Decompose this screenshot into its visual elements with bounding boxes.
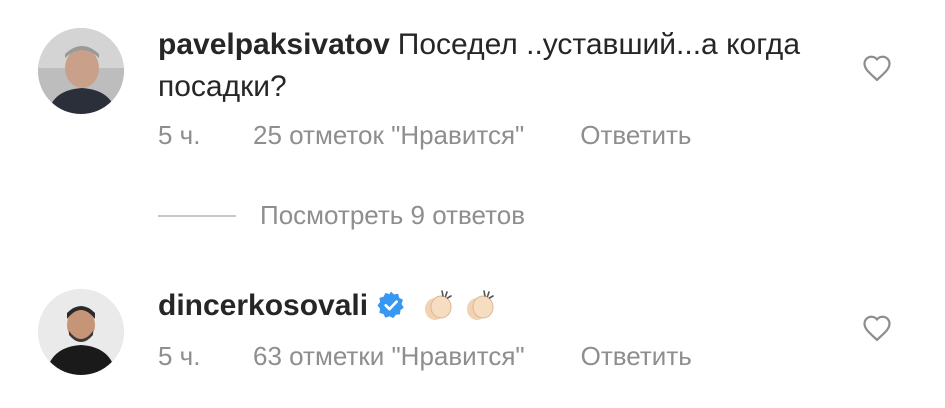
- avatar[interactable]: [38, 289, 124, 375]
- avatar-photo: [38, 289, 124, 375]
- likes-count[interactable]: 63 отметки "Нравится": [253, 341, 525, 372]
- reply-button[interactable]: Ответить: [580, 120, 691, 151]
- comment-body: dincerkosovali👏🏻👏🏻: [158, 285, 818, 327]
- avatar[interactable]: [38, 28, 124, 114]
- comment-time[interactable]: 5 ч.: [158, 341, 253, 372]
- like-heart-icon[interactable]: [862, 54, 892, 82]
- clapping-hands-icon: [462, 287, 498, 323]
- username-link[interactable]: dincerkosovali: [158, 289, 368, 322]
- avatar-photo: [38, 28, 124, 114]
- comment-meta: 5 ч. 25 отметок "Нравится" Ответить: [158, 120, 691, 151]
- comment-meta: 5 ч. 63 отметки "Нравится" Ответить: [158, 341, 692, 372]
- like-heart-icon[interactable]: [862, 314, 892, 342]
- reply-button[interactable]: Ответить: [581, 341, 692, 372]
- view-replies-label[interactable]: Посмотреть 9 ответов: [260, 200, 525, 231]
- clapping-hands-icon: [420, 287, 456, 323]
- view-replies-button[interactable]: Посмотреть 9 ответов: [158, 200, 525, 231]
- verified-badge-icon: [376, 290, 406, 320]
- comment-body: pavelpaksivatov Поседел ..уставший...а ко…: [158, 24, 818, 108]
- likes-count[interactable]: 25 отметок "Нравится": [253, 120, 524, 151]
- replies-divider: [158, 214, 236, 217]
- comment-time[interactable]: 5 ч.: [158, 120, 253, 151]
- username-link[interactable]: pavelpaksivatov: [158, 28, 390, 61]
